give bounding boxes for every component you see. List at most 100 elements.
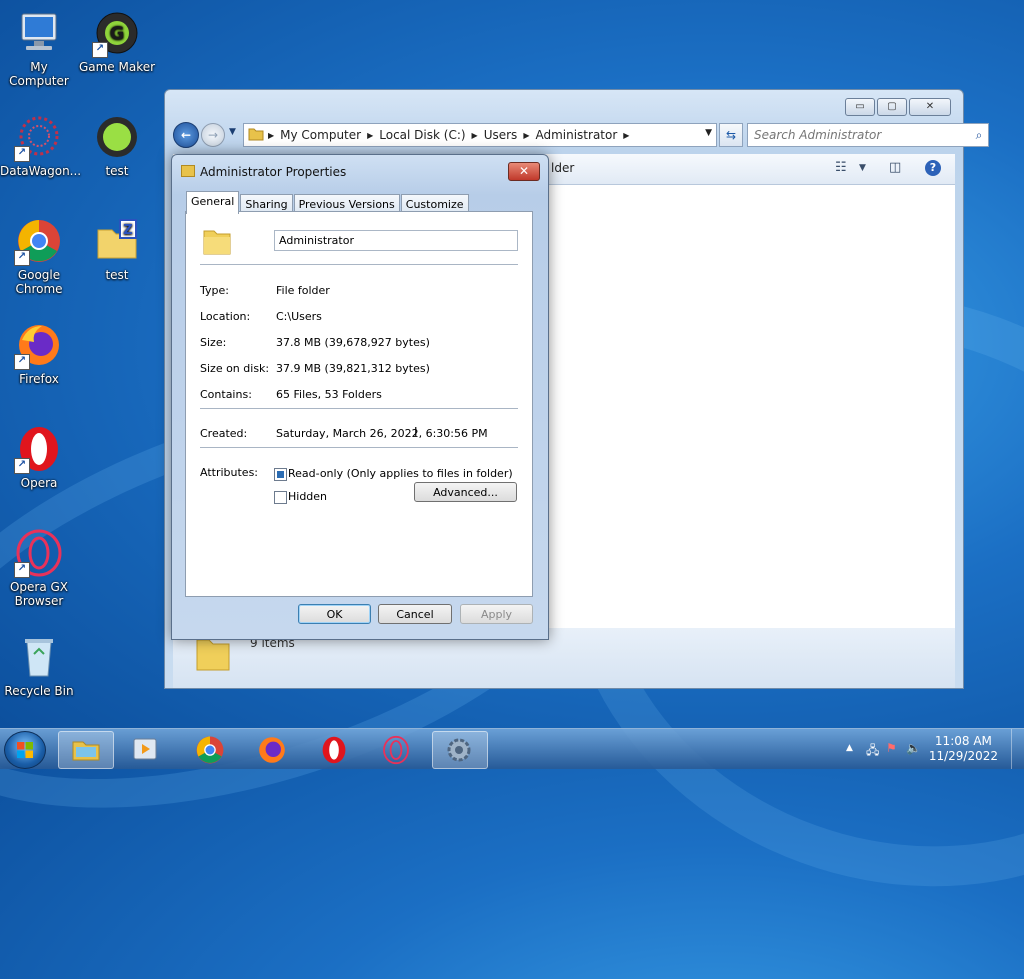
divider	[200, 447, 518, 448]
desktop-icon-label: Opera GX Browser	[9, 580, 69, 608]
contains-label: Contains:	[200, 388, 252, 401]
arrow-right-icon: →	[207, 128, 219, 142]
desktop-icon-game-maker[interactable]: G ↗ Game Maker	[78, 8, 156, 74]
readonly-label[interactable]: Read-only (Only applies to files in fold…	[288, 467, 513, 480]
search-box[interactable]: ⌕	[747, 123, 989, 147]
advanced-button[interactable]: Advanced...	[414, 482, 517, 502]
maximize-button[interactable]: ▢	[877, 98, 907, 116]
hidden-label[interactable]: Hidden	[288, 490, 327, 503]
hidden-checkbox[interactable]	[274, 491, 287, 504]
desktop-icon-opera[interactable]: ↗ Opera	[0, 424, 78, 490]
network-icon[interactable]: 🖧	[866, 741, 879, 762]
shortcut-arrow-icon: ↗	[14, 562, 30, 578]
ok-button[interactable]: OK	[298, 604, 371, 624]
desktop-icon-opera-gx[interactable]: ↗ Opera GX Browser	[0, 528, 78, 608]
tab-general[interactable]: General	[186, 191, 240, 214]
breadcrumb-item[interactable]: Users	[478, 128, 524, 142]
created-value: Saturday, March 26, 2022, 6:30:56 PM	[276, 427, 488, 440]
desktop-icon-google-chrome[interactable]: ↗ Google Chrome	[0, 216, 78, 296]
size-value: 37.8 MB (39,678,927 bytes)	[276, 336, 430, 349]
properties-dialog[interactable]: Administrator Properties ✕ General Shari…	[171, 154, 549, 640]
arrow-left-icon: ←	[180, 128, 192, 142]
cancel-button[interactable]: Cancel	[378, 604, 452, 624]
start-button[interactable]	[4, 731, 46, 769]
taskbar-opera-gx[interactable]	[370, 731, 424, 767]
address-bar[interactable]: ▶ My Computer ▶ Local Disk (C:) ▶ Users …	[243, 123, 717, 147]
location-value: C:\Users	[276, 310, 322, 323]
clock[interactable]: 11:08 AM 11/29/2022	[929, 734, 998, 764]
refresh-button[interactable]: ⇆	[719, 123, 743, 147]
desktop-icon-test-2[interactable]: Z test	[78, 216, 156, 282]
desktop-icon-my-computer[interactable]: My Computer	[0, 8, 78, 88]
apply-button[interactable]: Apply	[460, 604, 533, 624]
taskbar-explorer[interactable]	[58, 731, 114, 769]
shortcut-arrow-icon: ↗	[14, 250, 30, 266]
desktop-icon-firefox[interactable]: ↗ Firefox	[0, 320, 78, 386]
attributes-label: Attributes:	[200, 466, 259, 479]
desktop-icon-datawagon[interactable]: ↗ DataWagon...	[0, 112, 81, 178]
svg-text:Z: Z	[123, 223, 132, 238]
forward-button[interactable]: →	[201, 123, 225, 147]
taskbar-firefox[interactable]	[246, 731, 300, 767]
svg-text:G: G	[110, 23, 125, 44]
chevron-down-icon[interactable]: ▼	[859, 163, 866, 173]
general-tab-panel: Type: File folder Location: C:\Users Siz…	[185, 211, 533, 597]
taskbar: ▲ 🖧 ⚑ 🔈 11:08 AM 11/29/2022	[0, 728, 1024, 769]
view-options-icon[interactable]: ☷	[835, 160, 847, 175]
firefox-icon: ↗	[14, 320, 64, 370]
size-on-disk-value: 37.9 MB (39,821,312 bytes)	[276, 362, 430, 375]
show-hidden-icons-icon[interactable]: ▲	[846, 743, 853, 753]
created-label: Created:	[200, 427, 248, 440]
folder-icon	[195, 634, 231, 675]
zipped-folder-icon: Z	[92, 216, 142, 266]
location-label: Location:	[200, 310, 251, 323]
size-on-disk-label: Size on disk:	[200, 362, 270, 375]
folder-icon	[244, 127, 268, 144]
help-icon[interactable]: ?	[925, 160, 941, 176]
folder-icon	[181, 165, 195, 177]
shortcut-arrow-icon: ↗	[14, 354, 30, 370]
text-cursor-icon: I	[414, 425, 418, 439]
show-desktop-button[interactable]	[1011, 729, 1024, 769]
minimize-button[interactable]: ▭	[845, 98, 875, 116]
toolbar-label: lder	[551, 161, 575, 175]
volume-icon[interactable]: 🔈	[906, 741, 921, 755]
datawagon-icon: ↗	[14, 112, 64, 162]
system-tray: ▲ 🖧 ⚑ 🔈 11:08 AM 11/29/2022	[844, 729, 1024, 769]
search-input[interactable]	[748, 127, 970, 143]
readonly-checkbox[interactable]	[274, 468, 287, 481]
desktop-icon-label: Google Chrome	[15, 268, 63, 296]
recent-pages-dropdown[interactable]: ▼	[229, 127, 236, 137]
address-dropdown-icon[interactable]: ▼	[705, 128, 712, 138]
clock-date: 11/29/2022	[928, 749, 998, 763]
taskbar-game-maker[interactable]	[432, 731, 488, 769]
taskbar-media-player[interactable]	[120, 731, 174, 767]
type-label: Type:	[200, 284, 229, 297]
dialog-close-button[interactable]: ✕	[508, 162, 540, 181]
desktop-icon-recycle-bin[interactable]: Recycle Bin	[0, 632, 78, 698]
windows-logo-icon	[17, 742, 33, 758]
preview-pane-icon[interactable]: ◫	[889, 160, 901, 175]
taskbar-chrome[interactable]	[184, 731, 238, 767]
clock-time: 11:08 AM	[934, 734, 992, 748]
recycle-bin-icon	[14, 632, 64, 682]
breadcrumb-item[interactable]: My Computer	[274, 128, 367, 142]
divider	[200, 408, 518, 409]
desktop-icon-test-1[interactable]: test	[78, 112, 156, 178]
opera-icon: ↗	[14, 424, 64, 474]
close-icon: ✕	[518, 164, 530, 178]
desktop-icon-label: My Computer	[9, 60, 69, 88]
action-center-icon[interactable]: ⚑	[886, 741, 897, 755]
contains-value: 65 Files, 53 Folders	[276, 388, 382, 401]
shortcut-arrow-icon: ↗	[92, 42, 108, 58]
folder-name-input[interactable]	[274, 230, 518, 251]
close-button[interactable]: ✕	[909, 98, 951, 116]
opera-gx-icon	[383, 735, 409, 765]
taskbar-opera[interactable]	[308, 731, 362, 767]
breadcrumb-item[interactable]: Local Disk (C:)	[373, 128, 471, 142]
media-player-icon	[133, 738, 157, 760]
back-button[interactable]: ←	[173, 122, 199, 148]
firefox-icon	[259, 737, 285, 763]
breadcrumb-item[interactable]: Administrator	[529, 128, 623, 142]
gear-icon	[447, 738, 471, 762]
